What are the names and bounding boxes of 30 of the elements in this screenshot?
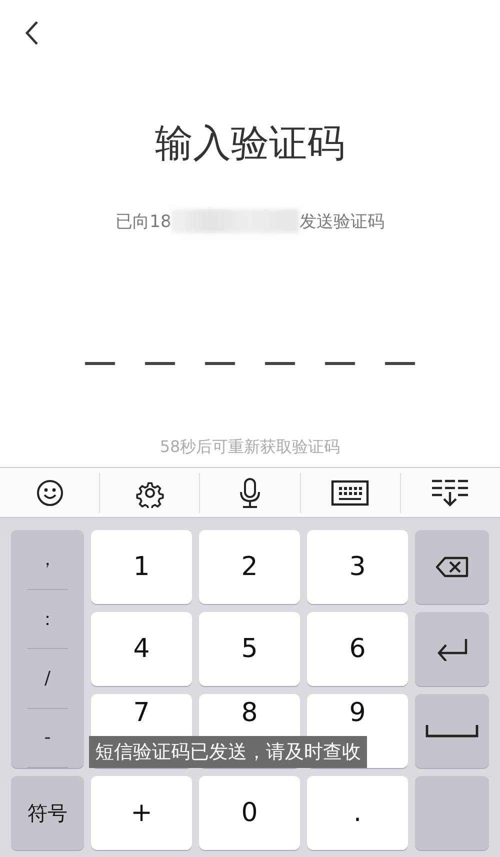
- digit-key[interactable]: 3: [307, 530, 408, 604]
- symbol-key[interactable]: /: [27, 649, 68, 708]
- symbol-key[interactable]: ，: [27, 530, 68, 590]
- digit-key[interactable]: 4: [91, 612, 192, 686]
- digit-key[interactable]: 1: [91, 530, 192, 604]
- collapse-keyboard-icon[interactable]: [431, 478, 470, 508]
- page-title: 输入验证码: [155, 120, 345, 167]
- digit-key[interactable]: 2: [199, 530, 300, 604]
- space-icon: [425, 724, 479, 738]
- digit-key[interactable]: 5: [199, 612, 300, 686]
- space-key[interactable]: [415, 694, 489, 768]
- sent-notice: 已向18: [116, 210, 172, 232]
- backspace-key[interactable]: [415, 530, 489, 604]
- digit-key[interactable]: 0: [199, 776, 300, 850]
- symbol-key[interactable]: .: [307, 776, 408, 850]
- microphone-icon[interactable]: [238, 476, 262, 508]
- resend-countdown: 58秒后可重新获取验证码: [160, 437, 340, 458]
- keyboard-icon[interactable]: [331, 480, 370, 506]
- sms-toast: 短信验证码已发送，请及时查收: [89, 736, 367, 768]
- back-icon[interactable]: [24, 20, 40, 46]
- symbol-key[interactable]: -: [27, 708, 68, 768]
- enter-key[interactable]: [415, 612, 489, 686]
- digit-key[interactable]: 6: [307, 612, 408, 686]
- symbol-key[interactable]: +: [91, 776, 192, 850]
- sent-notice: 发送验证码: [299, 210, 384, 232]
- enter-icon: [435, 637, 469, 661]
- emoji-icon[interactable]: [36, 478, 64, 506]
- symbol-switch-key[interactable]: 符号: [11, 776, 84, 850]
- symbol-key[interactable]: ：: [27, 590, 68, 649]
- backspace-icon: [435, 556, 469, 578]
